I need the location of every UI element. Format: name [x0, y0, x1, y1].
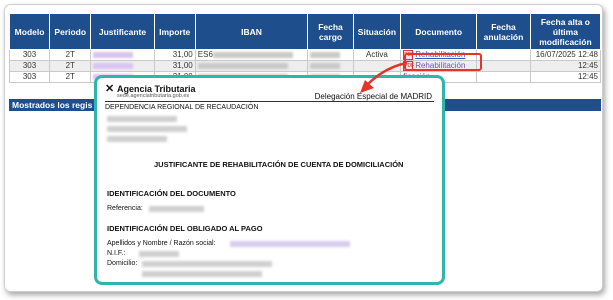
cell-iban: ES6	[194, 48, 309, 62]
cell-periodo: 2T	[49, 60, 92, 73]
table-row[interactable]: 303 2T 31,00 ES6 Activa PDFRehabilitació…	[8, 48, 602, 62]
document-preview: ✕ Agencia Tributaria sede.agenciatributar…	[94, 75, 445, 285]
cell-modelo: 303	[8, 48, 51, 62]
cell-justificante	[90, 60, 155, 73]
department-text: DEPENDENCIA REGIONAL DE RECAUDACIÓN	[105, 104, 259, 111]
brand-subtitle: sede.agenciatributaria.gob.es	[117, 93, 190, 99]
cell-fecha-anulacion	[476, 48, 531, 62]
highlight-box	[404, 53, 482, 71]
cell-iban	[194, 60, 309, 73]
header-fecha-anulacion[interactable]: Fecha anulación	[476, 13, 531, 50]
header-importe[interactable]: Importe	[153, 13, 196, 50]
redacted-line	[142, 261, 272, 267]
cell-periodo: 2T	[49, 71, 92, 84]
redacted-line	[230, 241, 350, 247]
header-situacion[interactable]: Situación	[352, 13, 402, 50]
header-documento[interactable]: Documento	[400, 13, 478, 50]
document-title: JUSTIFICANTE DE REHABILITACIÓN DE CUENTA…	[154, 160, 404, 169]
header-divider	[105, 101, 434, 102]
table-row[interactable]: 303 2T 31,00 PDFRehabilitación 12:45	[8, 60, 602, 73]
cell-justificante	[90, 48, 155, 62]
cell-importe: 31,00	[153, 60, 196, 73]
cell-fecha-anulacion	[476, 60, 531, 73]
cell-modelo: 303	[8, 60, 51, 73]
section-document-id: IDENTIFICACIÓN DEL DOCUMENTO	[107, 189, 236, 198]
screenshot-frame: Modelo Periodo Justificante Importe IBAN…	[4, 4, 603, 292]
nif-label: N.I.F.:	[107, 250, 126, 257]
cell-fecha-cargo	[307, 60, 354, 73]
table-header-row: Modelo Periodo Justificante Importe IBAN…	[8, 13, 602, 50]
redacted-line	[142, 271, 262, 277]
header-justificante[interactable]: Justificante	[90, 13, 155, 50]
section-obligado: IDENTIFICACIÓN DEL OBLIGADO AL PAGO	[107, 224, 263, 233]
cell-fecha-anulacion	[476, 71, 531, 84]
cell-situacion: Activa	[352, 48, 402, 62]
header-fecha-cargo[interactable]: Fecha cargo	[307, 13, 354, 50]
domiciliations-table: Modelo Periodo Justificante Importe IBAN…	[8, 13, 602, 84]
redacted-line	[139, 251, 179, 257]
redacted-line	[149, 206, 204, 212]
header-modelo[interactable]: Modelo	[8, 13, 51, 50]
cell-fecha-alta: 16/07/2025 12:48	[529, 48, 602, 62]
header-iban[interactable]: IBAN	[194, 13, 309, 50]
cell-periodo: 2T	[49, 48, 92, 62]
redacted-line	[107, 136, 167, 142]
redacted-line	[107, 116, 177, 122]
domicilio-label: Domicilio:	[107, 260, 138, 267]
cell-fecha-alta: 12:45	[529, 71, 602, 84]
reference-label: Referencia:	[107, 205, 143, 212]
header-periodo[interactable]: Periodo	[49, 13, 92, 50]
cell-situacion	[352, 60, 402, 73]
header-fecha-alta[interactable]: Fecha alta o última modificación	[529, 13, 602, 50]
cell-fecha-cargo	[307, 48, 354, 62]
name-label: Apellidos y Nombre / Razón social:	[107, 240, 216, 247]
redacted-line	[107, 126, 187, 132]
cell-fecha-alta: 12:45	[529, 60, 602, 73]
cell-importe: 31,00	[153, 48, 196, 62]
delegation-text: Delegación Especial de MADRID	[314, 92, 432, 101]
cell-modelo: 303	[8, 71, 51, 84]
at-logo-icon: ✕	[105, 83, 115, 95]
